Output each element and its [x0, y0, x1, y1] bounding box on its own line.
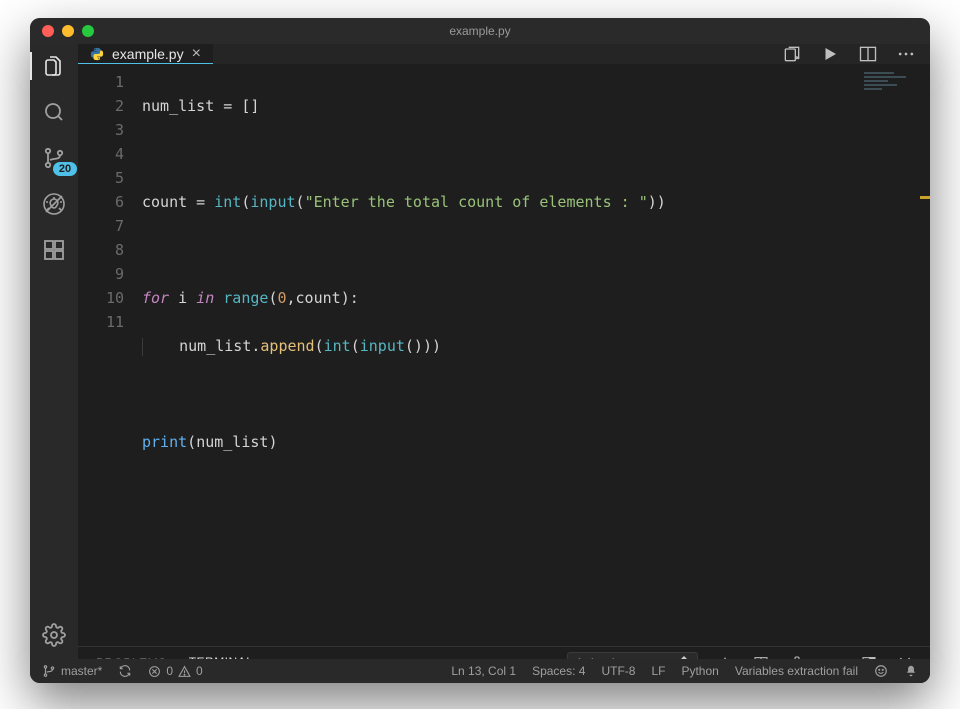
titlebar: example.py: [30, 18, 930, 44]
tab-label: example.py: [112, 46, 184, 62]
editor-tabs: example.py ×: [78, 44, 930, 64]
code-content[interactable]: num_list = [] count = int(input("Enter t…: [142, 64, 930, 646]
run-icon[interactable]: [820, 44, 840, 64]
split-editor-icon[interactable]: [858, 44, 878, 64]
tab-example-py[interactable]: example.py ×: [78, 44, 213, 64]
minimap[interactable]: [864, 70, 924, 150]
compare-changes-icon[interactable]: [782, 44, 802, 64]
sync-icon: [118, 664, 132, 678]
status-language[interactable]: Python: [681, 664, 718, 678]
window-title: example.py: [30, 24, 930, 38]
status-problems[interactable]: 0 0: [148, 664, 202, 678]
extensions-icon[interactable]: [40, 236, 68, 264]
status-encoding[interactable]: UTF-8: [601, 664, 635, 678]
status-message[interactable]: Variables extraction fail: [735, 664, 858, 678]
vscode-window: example.py 20: [30, 18, 930, 683]
status-sync[interactable]: [118, 664, 132, 678]
status-eol[interactable]: LF: [651, 664, 665, 678]
python-file-icon: [90, 47, 104, 61]
source-control-icon[interactable]: 20: [40, 144, 68, 172]
status-branch[interactable]: master*: [42, 664, 102, 678]
status-cursor-pos[interactable]: Ln 13, Col 1: [451, 664, 516, 678]
branch-icon: [42, 664, 56, 678]
status-indent[interactable]: Spaces: 4: [532, 664, 585, 678]
close-window-button[interactable]: [42, 25, 54, 37]
terminal-output[interactable]: $ python3 example.py Enter the total cou…: [78, 678, 930, 683]
scm-badge: 20: [53, 162, 77, 176]
settings-gear-icon[interactable]: [40, 621, 68, 649]
more-actions-icon[interactable]: [896, 44, 916, 64]
error-icon: [148, 665, 161, 678]
window-controls: [30, 25, 94, 37]
warning-icon: [178, 665, 191, 678]
search-icon[interactable]: [40, 98, 68, 126]
line-gutter: 1234567891011: [78, 64, 142, 646]
status-bell-icon[interactable]: [904, 664, 918, 678]
scroll-marker: [920, 196, 930, 199]
status-feedback-icon[interactable]: [874, 664, 888, 678]
activity-bar: 20: [30, 44, 78, 659]
code-editor[interactable]: 1234567891011 num_list = [] count = int(…: [78, 64, 930, 646]
minimize-window-button[interactable]: [62, 25, 74, 37]
maximize-window-button[interactable]: [82, 25, 94, 37]
debug-icon[interactable]: [40, 190, 68, 218]
explorer-icon[interactable]: [40, 52, 68, 80]
tab-close-icon[interactable]: ×: [192, 46, 201, 62]
editor-actions: [782, 44, 930, 64]
editor-area: example.py × 1234567891011 num_list = []…: [78, 44, 930, 659]
